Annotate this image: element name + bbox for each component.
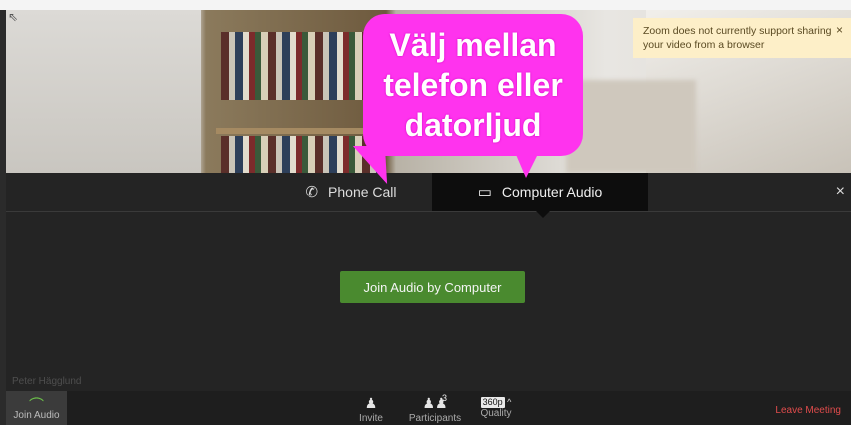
join-audio-by-computer-button[interactable]: Join Audio by Computer — [340, 271, 525, 303]
close-icon[interactable]: × — [836, 183, 845, 201]
quality-label: Quality — [480, 408, 512, 419]
meeting-toolbar: ⌒ Join Audio ♟ Invite ♟♟ 3 Participants … — [6, 391, 851, 425]
cursor-icon: ⇖ — [8, 10, 19, 24]
audio-tabs: ✆ Phone Call ▭ Computer Audio × — [6, 173, 851, 218]
participants-button[interactable]: ♟♟ 3 Participants — [408, 391, 462, 425]
video-books — [221, 32, 381, 100]
toast-close-icon[interactable]: × — [836, 23, 843, 37]
tab-phone-call[interactable]: ✆ Phone Call — [271, 173, 431, 211]
tab-computer-audio-label: Computer Audio — [501, 184, 603, 200]
tab-phone-call-label: Phone Call — [328, 184, 397, 200]
phone-icon: ✆ — [305, 184, 319, 201]
caret-up-icon: ^ — [504, 397, 512, 407]
annotation-callout: Välj mellan telefon eller datorljud — [363, 14, 583, 156]
participants-label: Participants — [408, 413, 462, 424]
top-strip — [0, 0, 851, 10]
zoom-meeting-window: ⇖ ✆ Phone Call ▭ Computer Audio × Join A… — [0, 0, 851, 425]
participant-name: Peter Hägglund — [12, 376, 82, 387]
participants-count: 3 — [442, 393, 448, 403]
browser-warning-toast: Zoom does not currently support sharing … — [633, 18, 851, 58]
audio-panel: ✆ Phone Call ▭ Computer Audio × Join Aud… — [6, 173, 851, 391]
invite-label: Invite — [359, 413, 383, 424]
video-shelf — [216, 128, 386, 134]
annotation-line: Välj mellan — [389, 27, 557, 63]
tab-computer-audio[interactable]: ▭ Computer Audio — [432, 173, 648, 218]
join-audio-button[interactable]: ⌒ Join Audio — [6, 391, 67, 425]
add-user-icon: ♟ — [364, 395, 378, 411]
video-blur — [566, 80, 696, 173]
video-wall — [6, 10, 201, 173]
invite-button[interactable]: ♟ Invite — [356, 391, 386, 425]
join-audio-label: Join Audio — [13, 410, 60, 421]
annotation-line: telefon eller — [383, 67, 563, 103]
toast-message: Zoom does not currently support sharing … — [643, 25, 832, 51]
quality-badge: 360p — [480, 397, 505, 408]
participants-icon: ♟♟ — [422, 395, 448, 411]
annotation-line: datorljud — [404, 107, 542, 143]
quality-button[interactable]: 360p ^ Quality — [478, 391, 514, 425]
leave-meeting-button[interactable]: Leave Meeting — [775, 405, 841, 416]
laptop-icon: ▭ — [477, 184, 492, 201]
headphones-icon: ⌒ — [28, 397, 44, 414]
